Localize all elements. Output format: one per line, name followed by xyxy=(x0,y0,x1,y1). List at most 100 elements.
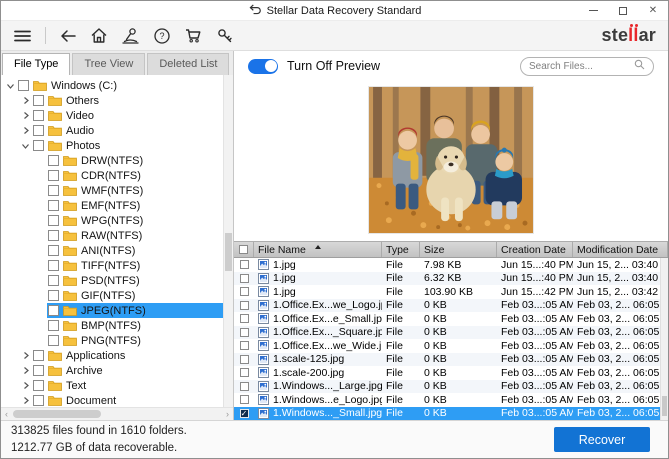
tree-item[interactable]: TIFF(NTFS) xyxy=(1,258,223,273)
scan-icon[interactable] xyxy=(121,27,140,44)
table-row[interactable]: 1.Office.Ex...we_Logo.jpgFile0 KBFeb 03.… xyxy=(234,299,668,313)
tree-item[interactable]: CDR(NTFS) xyxy=(1,168,223,183)
row-checkbox[interactable] xyxy=(240,260,249,269)
row-checkbox[interactable] xyxy=(240,341,249,350)
tree-item[interactable]: Document xyxy=(1,393,223,407)
tab-file-type[interactable]: File Type xyxy=(2,53,70,75)
tree-checkbox[interactable] xyxy=(48,275,59,286)
row-checkbox[interactable]: ✓ xyxy=(240,409,249,418)
tree-checkbox[interactable] xyxy=(33,140,44,151)
row-checkbox[interactable] xyxy=(240,395,249,404)
tree-item[interactable]: Archive xyxy=(1,363,223,378)
row-checkbox[interactable] xyxy=(240,368,249,377)
tree-checkbox[interactable] xyxy=(33,380,44,391)
row-checkbox[interactable] xyxy=(240,355,249,364)
tree-item[interactable]: Photos xyxy=(1,138,223,153)
tree-checkbox[interactable] xyxy=(33,395,44,406)
scroll-left-arrow-icon[interactable]: ‹ xyxy=(1,408,12,420)
tree-horizontal-scrollbar[interactable]: ‹ › xyxy=(1,407,233,420)
tree-checkbox[interactable] xyxy=(48,215,59,226)
table-row[interactable]: 1.jpgFile7.98 KBJun 15...:40 PMJun 15, 2… xyxy=(234,258,668,272)
column-header[interactable]: Type xyxy=(382,242,420,257)
table-row[interactable]: 1.Windows..._Large.jpgFile0 KBFeb 03...:… xyxy=(234,380,668,394)
tree-expander-icon[interactable] xyxy=(4,82,17,90)
tree-item[interactable]: PSD(NTFS) xyxy=(1,273,223,288)
recover-button[interactable]: Recover xyxy=(554,427,650,452)
scroll-right-arrow-icon[interactable]: › xyxy=(222,408,233,420)
tree-expander-icon[interactable] xyxy=(19,126,32,135)
tree-checkbox[interactable] xyxy=(18,80,29,91)
help-icon[interactable]: ? xyxy=(153,27,171,45)
table-row[interactable]: 1.jpgFile6.32 KBJun 15...:40 PMJun 15, 2… xyxy=(234,272,668,286)
tree-checkbox[interactable] xyxy=(48,230,59,241)
tree-expander-icon[interactable] xyxy=(19,142,32,150)
tree-item[interactable]: Video xyxy=(1,108,223,123)
tree-checkbox[interactable] xyxy=(48,260,59,271)
tree-item[interactable]: Others xyxy=(1,93,223,108)
license-key-icon[interactable] xyxy=(216,27,234,44)
tree-expander-icon[interactable] xyxy=(19,111,32,120)
row-checkbox[interactable] xyxy=(240,274,249,283)
cart-icon[interactable] xyxy=(184,27,203,44)
tree-item[interactable]: Audio xyxy=(1,123,223,138)
select-all-checkbox[interactable] xyxy=(234,242,254,257)
table-vertical-scrollbar[interactable] xyxy=(660,258,668,420)
tree-item[interactable]: ANI(NTFS) xyxy=(1,243,223,258)
row-checkbox[interactable] xyxy=(240,328,249,337)
tree-checkbox[interactable] xyxy=(33,365,44,376)
tree-checkbox[interactable] xyxy=(48,335,59,346)
tree-vertical-scrollbar[interactable] xyxy=(223,75,233,407)
tree-item[interactable]: WPG(NTFS) xyxy=(1,213,223,228)
tree-expander-icon[interactable] xyxy=(19,366,32,375)
tree-item[interactable]: WMF(NTFS) xyxy=(1,183,223,198)
tree-item[interactable]: RAW(NTFS) xyxy=(1,228,223,243)
tree-item[interactable]: PNG(NTFS) xyxy=(1,333,223,348)
table-row[interactable]: 1.scale-200.jpgFile0 KBFeb 03...:05 AMFe… xyxy=(234,366,668,380)
table-row[interactable]: 1.Office.Ex...we_Wide.jpgFile0 KBFeb 03.… xyxy=(234,339,668,353)
tree-checkbox[interactable] xyxy=(48,155,59,166)
tree-item[interactable]: GIF(NTFS) xyxy=(1,288,223,303)
tree-checkbox[interactable] xyxy=(48,185,59,196)
row-checkbox[interactable] xyxy=(240,314,249,323)
tree-checkbox[interactable] xyxy=(48,170,59,181)
tree-item[interactable]: JPEG(NTFS) xyxy=(1,303,223,318)
row-checkbox[interactable] xyxy=(240,287,249,296)
tree-expander-icon[interactable] xyxy=(19,96,32,105)
preview-toggle[interactable] xyxy=(248,59,278,74)
tree-item[interactable]: Applications xyxy=(1,348,223,363)
column-header[interactable]: Creation Date xyxy=(497,242,573,257)
menu-icon[interactable] xyxy=(13,28,32,44)
tree-checkbox[interactable] xyxy=(48,305,59,316)
tab-tree-view[interactable]: Tree View xyxy=(72,53,145,75)
search-input[interactable]: Search Files... xyxy=(520,57,654,76)
tree-checkbox[interactable] xyxy=(48,290,59,301)
tree-checkbox[interactable] xyxy=(48,320,59,331)
table-row[interactable]: 1.jpgFile103.90 KBJun 15...:42 PMJun 15,… xyxy=(234,285,668,299)
tree-checkbox[interactable] xyxy=(33,350,44,361)
tree-item[interactable]: BMP(NTFS) xyxy=(1,318,223,333)
row-checkbox[interactable] xyxy=(240,382,249,391)
row-checkbox[interactable] xyxy=(240,301,249,310)
table-row[interactable]: 1.scale-125.jpgFile0 KBFeb 03...:05 AMFe… xyxy=(234,353,668,367)
column-header[interactable]: Size xyxy=(420,242,497,257)
tree-checkbox[interactable] xyxy=(33,110,44,121)
back-icon[interactable] xyxy=(59,28,77,44)
tree-item[interactable]: EMF(NTFS) xyxy=(1,198,223,213)
table-row[interactable]: 1.Office.Ex...e_Small.jpgFile0 KBFeb 03.… xyxy=(234,312,668,326)
column-header[interactable]: Modification Date xyxy=(573,242,668,257)
home-icon[interactable] xyxy=(90,27,108,44)
table-row[interactable]: ✓1.Windows..._Small.jpgFile0 KBFeb 03...… xyxy=(234,407,668,421)
column-header[interactable]: File Name xyxy=(254,242,382,257)
tree-expander-icon[interactable] xyxy=(19,381,32,390)
tree-checkbox[interactable] xyxy=(33,125,44,136)
tab-deleted-list[interactable]: Deleted List xyxy=(147,53,229,75)
tree-expander-icon[interactable] xyxy=(19,351,32,360)
tree-item[interactable]: Windows (C:) xyxy=(1,78,223,93)
table-row[interactable]: 1.Windows...e_Logo.jpgFile0 KBFeb 03...:… xyxy=(234,393,668,407)
tree-item[interactable]: Text xyxy=(1,378,223,393)
table-row[interactable]: 1.Office.Ex..._Square.jpgFile0 KBFeb 03.… xyxy=(234,326,668,340)
tree-expander-icon[interactable] xyxy=(19,396,32,405)
tree-checkbox[interactable] xyxy=(33,95,44,106)
tree-item[interactable]: DRW(NTFS) xyxy=(1,153,223,168)
tree-checkbox[interactable] xyxy=(48,245,59,256)
